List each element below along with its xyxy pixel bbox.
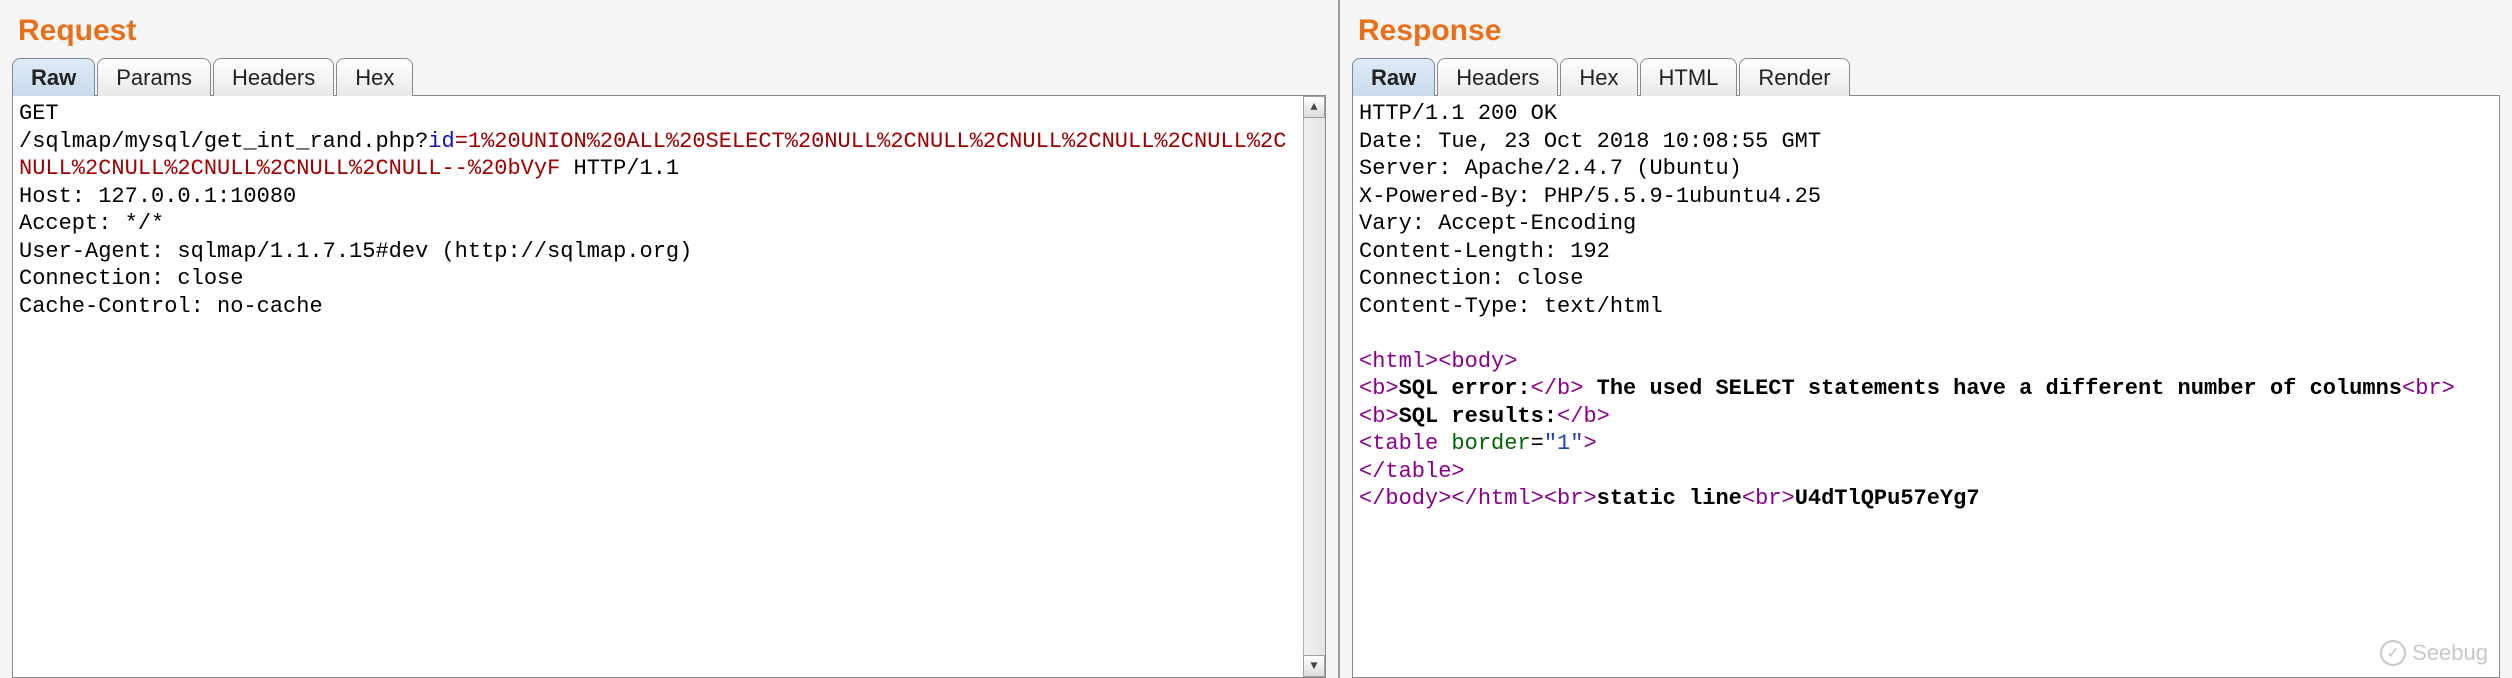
tag-html-close: </html> bbox=[1451, 486, 1543, 511]
static-line-text: static line bbox=[1597, 486, 1742, 511]
request-panel: Request Raw Params Headers Hex GET /sqlm… bbox=[0, 0, 1340, 678]
sql-error-msg: The used SELECT statements have a differ… bbox=[1583, 376, 2402, 401]
scrollbar[interactable]: ▲ ▼ bbox=[1303, 96, 1325, 677]
response-content[interactable]: HTTP/1.1 200 OK Date: Tue, 23 Oct 2018 1… bbox=[1352, 95, 2500, 678]
tag-br: <br> bbox=[1544, 486, 1597, 511]
tag-b-open: <b> bbox=[1359, 404, 1399, 429]
response-title: Response bbox=[1358, 14, 2500, 48]
response-headers: HTTP/1.1 200 OK Date: Tue, 23 Oct 2018 1… bbox=[1359, 101, 1821, 319]
attr-border: border bbox=[1438, 431, 1530, 456]
tag-b-close: </b> bbox=[1557, 404, 1610, 429]
tag-b-open: <b> bbox=[1359, 376, 1399, 401]
tag-table-open: <table bbox=[1359, 431, 1438, 456]
attr-val: "1" bbox=[1544, 431, 1584, 456]
http-version: HTTP/1.1 bbox=[560, 156, 679, 181]
sql-results-label: SQL results: bbox=[1399, 404, 1557, 429]
tab-html[interactable]: HTML bbox=[1640, 58, 1738, 96]
request-content[interactable]: GET /sqlmap/mysql/get_int_rand.php?id=1%… bbox=[12, 95, 1326, 678]
response-tabs: Raw Headers Hex HTML Render bbox=[1352, 58, 2500, 96]
tab-params[interactable]: Params bbox=[97, 58, 211, 96]
random-token: U4dTlQPu57eYg7 bbox=[1795, 486, 1980, 511]
scroll-down-icon[interactable]: ▼ bbox=[1303, 655, 1325, 677]
tab-hex[interactable]: Hex bbox=[336, 58, 413, 96]
tag-close-angle: > bbox=[1583, 431, 1596, 456]
tab-headers[interactable]: Headers bbox=[1437, 58, 1558, 96]
http-method: GET bbox=[19, 101, 59, 126]
request-path: /sqlmap/mysql/get_int_rand.php? bbox=[19, 129, 428, 154]
tab-headers[interactable]: Headers bbox=[213, 58, 334, 96]
tab-render[interactable]: Render bbox=[1739, 58, 1849, 96]
response-panel: Response Raw Headers Hex HTML Render HTT… bbox=[1340, 0, 2512, 678]
query-param: id bbox=[428, 129, 454, 154]
tag-body-open: <body> bbox=[1438, 349, 1517, 374]
tag-br: <br> bbox=[2402, 376, 2455, 401]
request-title: Request bbox=[18, 14, 1326, 48]
tag-b-close: </b> bbox=[1531, 376, 1584, 401]
tab-hex[interactable]: Hex bbox=[1560, 58, 1637, 96]
request-tabs: Raw Params Headers Hex bbox=[12, 58, 1326, 96]
tag-table-close: </table> bbox=[1359, 459, 1465, 484]
attr-eq: = bbox=[1531, 431, 1544, 456]
sql-error-label: SQL error: bbox=[1399, 376, 1531, 401]
tag-br: <br> bbox=[1742, 486, 1795, 511]
tag-body-close: </body> bbox=[1359, 486, 1451, 511]
tab-raw[interactable]: Raw bbox=[12, 58, 95, 96]
scroll-up-icon[interactable]: ▲ bbox=[1303, 96, 1325, 118]
request-headers: Host: 127.0.0.1:10080 Accept: */* User-A… bbox=[19, 184, 692, 319]
tag-html-open: <html> bbox=[1359, 349, 1438, 374]
tab-raw[interactable]: Raw bbox=[1352, 58, 1435, 96]
